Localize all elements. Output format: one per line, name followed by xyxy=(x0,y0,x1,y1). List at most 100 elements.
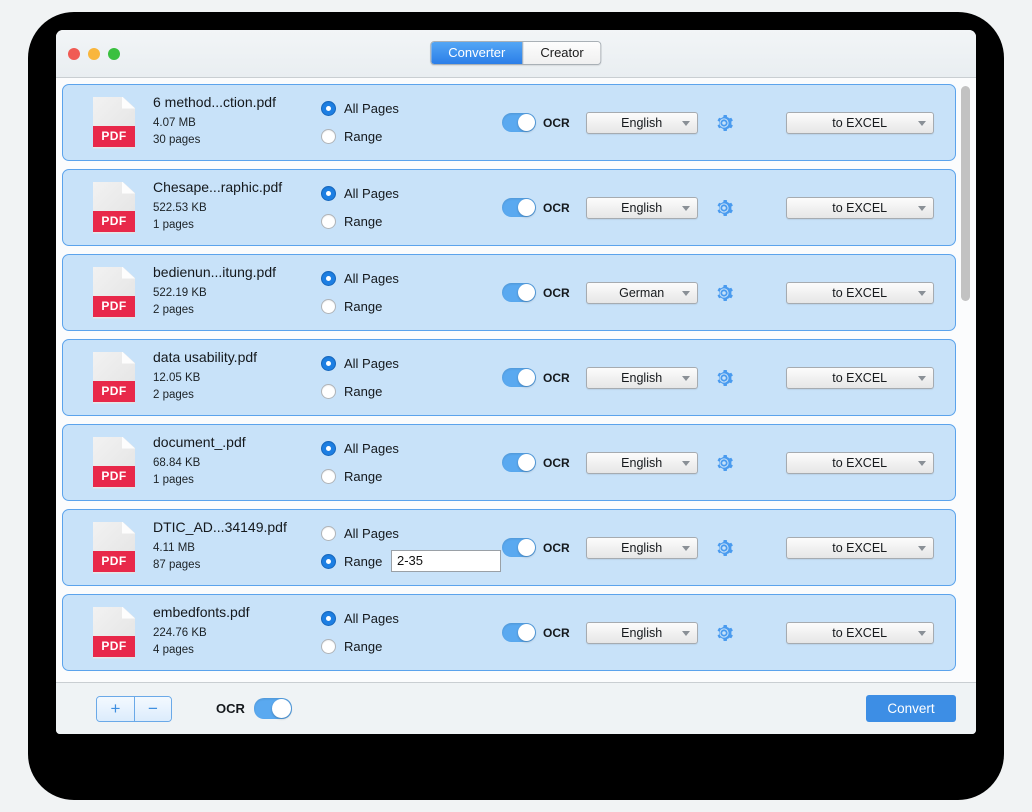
file-row[interactable]: PDF Chesape...raphic.pdf 522.53 KB 1 pag… xyxy=(62,169,956,246)
language-dropdown[interactable]: German xyxy=(585,281,698,304)
file-row[interactable]: PDF data usability.pdf 12.05 KB 2 pages … xyxy=(62,339,956,416)
output-format-dropdown[interactable]: to EXCEL xyxy=(785,366,934,389)
all-pages-option[interactable]: All Pages xyxy=(321,435,496,463)
all-pages-radio[interactable] xyxy=(321,526,336,541)
output-format-dropdown[interactable]: to EXCEL xyxy=(785,111,934,134)
settings-gear-icon[interactable] xyxy=(714,283,734,303)
file-row[interactable]: PDF document_.pdf 68.84 KB 1 pages All P… xyxy=(62,424,956,501)
mode-segmented-control[interactable]: Converter Creator xyxy=(430,41,602,65)
range-radio[interactable] xyxy=(321,469,336,484)
chevron-down-icon xyxy=(917,630,926,636)
add-remove-control[interactable]: + − xyxy=(96,695,172,722)
range-radio[interactable] xyxy=(321,129,336,144)
file-row[interactable]: PDF embedfonts.pdf 224.76 KB 4 pages All… xyxy=(62,594,956,671)
tab-creator[interactable]: Creator xyxy=(522,42,601,64)
settings-gear-icon[interactable] xyxy=(714,538,734,558)
minimize-button[interactable] xyxy=(88,48,100,60)
all-pages-option[interactable]: All Pages xyxy=(321,350,496,378)
range-radio[interactable] xyxy=(321,639,336,654)
output-format-dropdown[interactable]: to EXCEL xyxy=(785,451,934,474)
page-selection-group: All Pages Range xyxy=(321,95,496,151)
app-window: Converter Creator PDF 6 method...ction.p… xyxy=(56,30,976,734)
all-pages-label: All Pages xyxy=(344,526,399,541)
settings-gear-icon[interactable] xyxy=(714,368,734,388)
file-size: 4.07 MB xyxy=(153,117,196,129)
range-option[interactable]: Range xyxy=(321,378,496,406)
file-row[interactable]: PDF DTIC_AD...34149.pdf 4.11 MB 87 pages… xyxy=(62,509,956,586)
row-ocr-toggle[interactable] xyxy=(502,113,536,132)
file-page-count: 2 pages xyxy=(153,304,194,316)
range-option[interactable]: Range xyxy=(321,633,496,661)
range-label: Range xyxy=(344,214,383,229)
scrollbar-thumb[interactable] xyxy=(961,86,970,301)
global-ocr-toggle[interactable] xyxy=(253,698,292,719)
all-pages-option[interactable]: All Pages xyxy=(321,265,496,293)
file-page-count: 87 pages xyxy=(153,559,201,571)
range-radio[interactable] xyxy=(321,554,336,569)
range-radio[interactable] xyxy=(321,384,336,399)
settings-gear-icon[interactable] xyxy=(714,453,734,473)
add-file-button[interactable]: + xyxy=(97,696,134,721)
range-option[interactable]: Range xyxy=(321,293,496,321)
all-pages-option[interactable]: All Pages xyxy=(321,180,496,208)
range-radio[interactable] xyxy=(321,299,336,314)
file-name: embedfonts.pdf xyxy=(153,604,250,620)
page-selection-group: All Pages Range xyxy=(321,435,496,491)
tab-converter[interactable]: Converter xyxy=(431,42,523,64)
settings-gear-icon[interactable] xyxy=(714,198,734,218)
convert-button[interactable]: Convert xyxy=(866,695,956,722)
range-option[interactable]: Range xyxy=(321,208,496,236)
list-scrollbar[interactable] xyxy=(961,86,970,682)
all-pages-label: All Pages xyxy=(344,441,399,456)
settings-gear-icon[interactable] xyxy=(714,623,734,643)
row-ocr-toggle[interactable] xyxy=(502,198,536,217)
row-ocr-toggle[interactable] xyxy=(502,453,536,472)
language-dropdown[interactable]: English xyxy=(585,451,698,474)
pdf-badge: PDF xyxy=(93,465,135,487)
range-option[interactable]: Range xyxy=(321,463,496,491)
language-dropdown[interactable]: English xyxy=(585,621,698,644)
all-pages-radio[interactable] xyxy=(321,101,336,116)
all-pages-radio[interactable] xyxy=(321,271,336,286)
row-ocr-group: OCR xyxy=(502,368,570,387)
row-ocr-toggle-knob xyxy=(518,114,535,131)
language-value: English xyxy=(621,455,663,470)
settings-gear-icon[interactable] xyxy=(714,113,734,133)
file-row[interactable]: PDF 6 method...ction.pdf 4.07 MB 30 page… xyxy=(62,84,956,161)
language-dropdown[interactable]: English xyxy=(585,366,698,389)
output-format-dropdown[interactable]: to EXCEL xyxy=(785,621,934,644)
row-ocr-toggle[interactable] xyxy=(502,368,536,387)
all-pages-option[interactable]: All Pages xyxy=(321,95,496,123)
all-pages-radio[interactable] xyxy=(321,441,336,456)
row-ocr-label: OCR xyxy=(543,115,570,130)
range-option[interactable]: Range xyxy=(321,123,496,151)
language-dropdown[interactable]: English xyxy=(585,111,698,134)
row-ocr-group: OCR xyxy=(502,538,570,557)
output-format-dropdown[interactable]: to EXCEL xyxy=(785,281,934,304)
row-ocr-toggle[interactable] xyxy=(502,623,536,642)
range-label: Range xyxy=(344,299,383,314)
all-pages-radio[interactable] xyxy=(321,186,336,201)
remove-file-button[interactable]: − xyxy=(134,696,171,721)
file-row[interactable]: PDF bedienun...itung.pdf 522.19 KB 2 pag… xyxy=(62,254,956,331)
row-ocr-toggle[interactable] xyxy=(502,538,536,557)
language-dropdown[interactable]: English xyxy=(585,196,698,219)
language-dropdown[interactable]: English xyxy=(585,536,698,559)
all-pages-label: All Pages xyxy=(344,611,399,626)
output-format-dropdown[interactable]: to EXCEL xyxy=(785,196,934,219)
close-button[interactable] xyxy=(68,48,80,60)
chevron-down-icon xyxy=(917,290,926,296)
range-input[interactable]: 2-35 xyxy=(391,549,501,572)
pdf-file-icon: PDF xyxy=(93,181,135,234)
output-format-value: to EXCEL xyxy=(832,115,888,130)
page-selection-group: All Pages Range xyxy=(321,605,496,661)
all-pages-radio[interactable] xyxy=(321,356,336,371)
output-format-dropdown[interactable]: to EXCEL xyxy=(785,536,934,559)
all-pages-radio[interactable] xyxy=(321,611,336,626)
all-pages-option[interactable]: All Pages xyxy=(321,520,496,548)
file-size: 4.11 MB xyxy=(153,542,195,554)
all-pages-option[interactable]: All Pages xyxy=(321,605,496,633)
row-ocr-toggle[interactable] xyxy=(502,283,536,302)
range-radio[interactable] xyxy=(321,214,336,229)
maximize-button[interactable] xyxy=(108,48,120,60)
